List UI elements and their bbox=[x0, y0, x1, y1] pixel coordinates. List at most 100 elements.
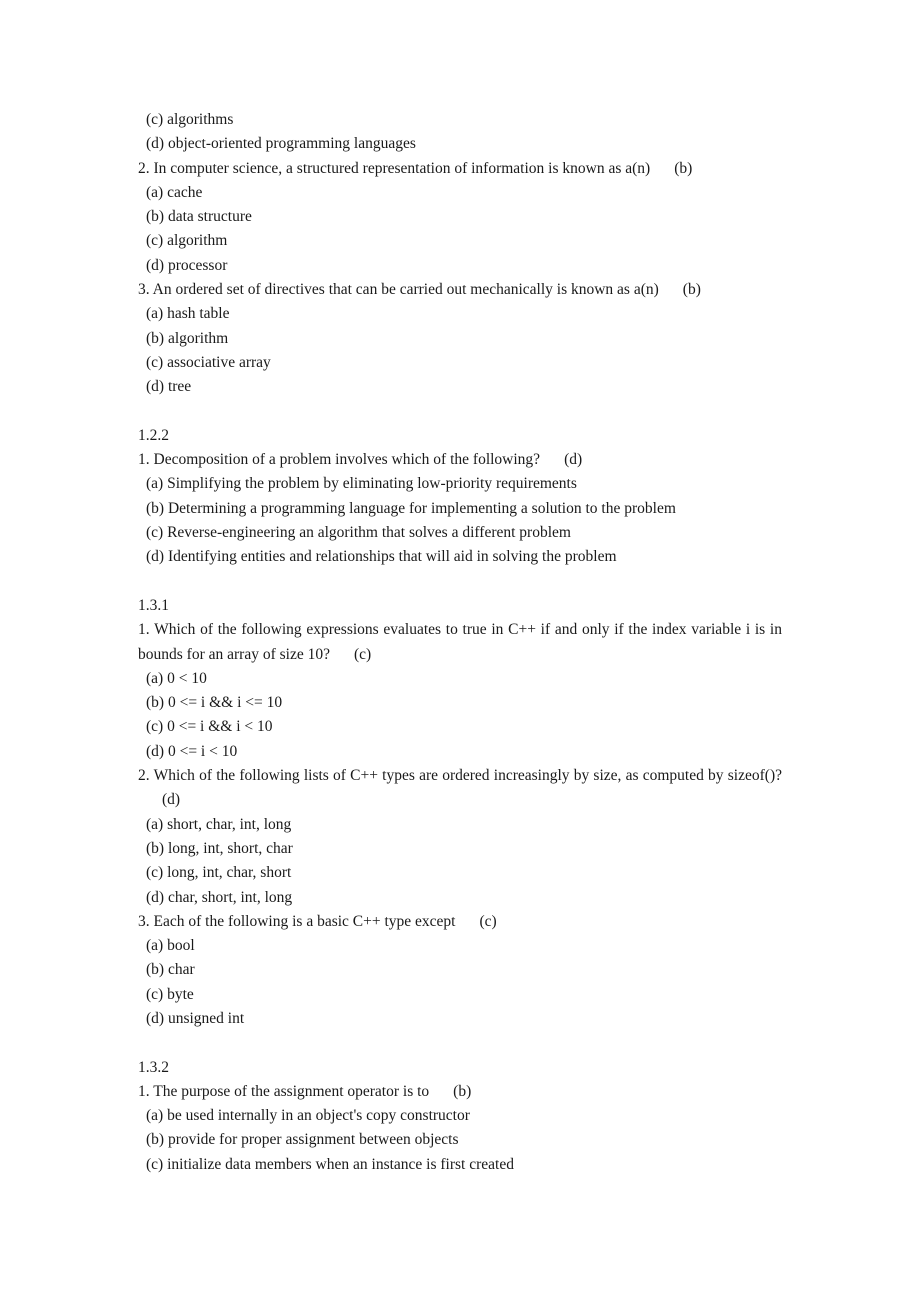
option-label: (a) bbox=[146, 815, 164, 833]
option-item: (c) algorithm bbox=[138, 229, 782, 253]
section-heading: 1.3.2 bbox=[138, 1058, 169, 1076]
option-list: (a) cache (b) data structure (c) algorithm… bbox=[138, 181, 782, 278]
question-text: Decomposition of a problem involves whic… bbox=[153, 451, 541, 469]
question-number: 1. bbox=[138, 621, 150, 639]
option-item: (a) bool bbox=[138, 934, 782, 958]
option-item: (d) object-oriented programming language… bbox=[138, 132, 782, 156]
option-label: (b) bbox=[146, 208, 165, 226]
question-stem: 2. Which of the following lists of C++ t… bbox=[138, 764, 782, 813]
option-text: object-oriented programming languages bbox=[167, 135, 416, 153]
option-text: algorithm bbox=[167, 329, 229, 347]
option-text: short, char, int, long bbox=[167, 815, 292, 833]
option-label: (d) bbox=[146, 548, 165, 566]
question-stem: 1. The purpose of the assignment operato… bbox=[138, 1080, 782, 1104]
option-text: associative array bbox=[167, 353, 271, 371]
question-text: An ordered set of directives that can be… bbox=[152, 281, 659, 299]
option-item: (a) cache bbox=[138, 181, 782, 205]
option-text: algorithms bbox=[167, 111, 234, 128]
option-text: bool bbox=[167, 937, 195, 955]
option-item: (c) long, int, char, short bbox=[138, 861, 782, 885]
option-text: unsigned int bbox=[167, 1009, 245, 1027]
quiz-question: 2. Which of the following lists of C++ t… bbox=[138, 764, 782, 910]
option-text: be used internally in an object's copy c… bbox=[167, 1107, 470, 1125]
option-item: (d) unsigned int bbox=[138, 1007, 782, 1031]
document-text-column: (c) algorithms (d) object-oriented progra… bbox=[138, 108, 782, 1177]
option-text: Determining a programming language for i… bbox=[167, 499, 676, 517]
answer-key: (c) bbox=[353, 645, 372, 663]
option-item: (a) Simplifying the problem by eliminati… bbox=[138, 472, 782, 496]
option-label: (b) bbox=[146, 329, 165, 347]
quiz-question: 2. In computer science, a structured rep… bbox=[138, 157, 782, 278]
option-item: (b) data structure bbox=[138, 205, 782, 229]
question-number: 1. bbox=[138, 451, 150, 469]
question-text: Each of the following is a basic C++ typ… bbox=[153, 912, 456, 930]
option-label: (c) bbox=[146, 524, 164, 542]
option-list: (a) Simplifying the problem by eliminati… bbox=[138, 472, 782, 569]
option-label: (c) bbox=[146, 353, 164, 371]
option-item: (c) associative array bbox=[138, 351, 782, 375]
option-item: (b) long, int, short, char bbox=[138, 837, 782, 861]
option-item: (c) algorithms bbox=[138, 108, 782, 132]
option-text: Identifying entities and relationships t… bbox=[167, 548, 617, 566]
option-text: algorithm bbox=[167, 232, 228, 250]
section-heading: 1.3.1 bbox=[138, 596, 169, 614]
question-stem: 1. Decomposition of a problem involves w… bbox=[138, 448, 782, 472]
option-text: char bbox=[167, 961, 195, 979]
quiz-section: (c) algorithms (d) object-oriented progra… bbox=[138, 108, 782, 400]
option-item: (a) be used internally in an object's co… bbox=[138, 1104, 782, 1128]
question-text: Which of the following expressions evalu… bbox=[138, 621, 782, 663]
answer-key: (b) bbox=[682, 281, 701, 299]
option-text: Reverse-engineering an algorithm that so… bbox=[167, 524, 571, 542]
option-list: (a) 0 < 10 (b) 0 <= i && i <= 10 (c) 0 <= … bbox=[138, 667, 782, 764]
option-item: (c) Reverse-engineering an algorithm tha… bbox=[138, 521, 782, 545]
question-text: Which of the following lists of C++ type… bbox=[153, 767, 782, 785]
question-number: 2. bbox=[138, 159, 150, 177]
quiz-section: 1.2.2 1. Decomposition of a problem invol… bbox=[138, 424, 782, 570]
question-text: In computer science, a structured repres… bbox=[153, 159, 651, 177]
option-text: hash table bbox=[167, 305, 230, 323]
answer-key: (b) bbox=[453, 1082, 472, 1100]
option-label: (d) bbox=[146, 742, 165, 760]
option-label: (b) bbox=[146, 961, 165, 979]
quiz-section: 1.3.2 1. The purpose of the assignment op… bbox=[138, 1056, 782, 1177]
quiz-question: 1. The purpose of the assignment operato… bbox=[138, 1080, 782, 1177]
option-list: (a) hash table (b) algorithm (c) associati… bbox=[138, 302, 782, 399]
question-stem: 1. Which of the following expressions ev… bbox=[138, 618, 782, 667]
option-label: (c) bbox=[146, 232, 164, 250]
option-item: (d) 0 <= i < 10 bbox=[138, 740, 782, 764]
option-text: byte bbox=[167, 985, 194, 1003]
option-text: processor bbox=[167, 256, 228, 274]
option-text: char, short, int, long bbox=[167, 888, 293, 906]
option-label: (c) bbox=[146, 1155, 164, 1173]
option-item: (c) byte bbox=[138, 983, 782, 1007]
option-label: (c) bbox=[146, 718, 164, 736]
option-label: (d) bbox=[146, 1009, 165, 1027]
quiz-question: (c) algorithms (d) object-oriented progra… bbox=[138, 108, 782, 157]
option-label: (b) bbox=[146, 1131, 165, 1149]
option-label: (d) bbox=[146, 135, 165, 153]
option-item: (b) provide for proper assignment betwee… bbox=[138, 1128, 782, 1152]
option-label: (d) bbox=[146, 378, 165, 396]
option-item: (d) tree bbox=[138, 375, 782, 399]
option-label: (c) bbox=[146, 111, 164, 128]
option-item: (b) Determining a programming language f… bbox=[138, 497, 782, 521]
option-text: initialize data members when an instance… bbox=[167, 1155, 514, 1173]
option-label: (a) bbox=[146, 475, 164, 493]
option-list: (c) algorithms (d) object-oriented progra… bbox=[138, 108, 782, 157]
option-item: (b) char bbox=[138, 958, 782, 982]
quiz-question: 1. Which of the following expressions ev… bbox=[138, 618, 782, 764]
quiz-question: 3. Each of the following is a basic C++ … bbox=[138, 910, 782, 1031]
option-label: (b) bbox=[146, 839, 165, 857]
option-text: long, int, short, char bbox=[167, 839, 293, 857]
question-stem: 3. An ordered set of directives that can… bbox=[138, 278, 782, 302]
option-text: cache bbox=[167, 183, 203, 201]
option-item: (b) 0 <= i && i <= 10 bbox=[138, 691, 782, 715]
question-stem: 2. In computer science, a structured rep… bbox=[138, 157, 782, 181]
question-text: The purpose of the assignment operator i… bbox=[153, 1082, 430, 1100]
quiz-question: 1. Decomposition of a problem involves w… bbox=[138, 448, 782, 569]
option-item: (a) hash table bbox=[138, 302, 782, 326]
option-item: (a) 0 < 10 bbox=[138, 667, 782, 691]
option-list: (a) be used internally in an object's co… bbox=[138, 1104, 782, 1177]
option-item: (d) Identifying entities and relationshi… bbox=[138, 545, 782, 569]
option-label: (d) bbox=[146, 888, 165, 906]
